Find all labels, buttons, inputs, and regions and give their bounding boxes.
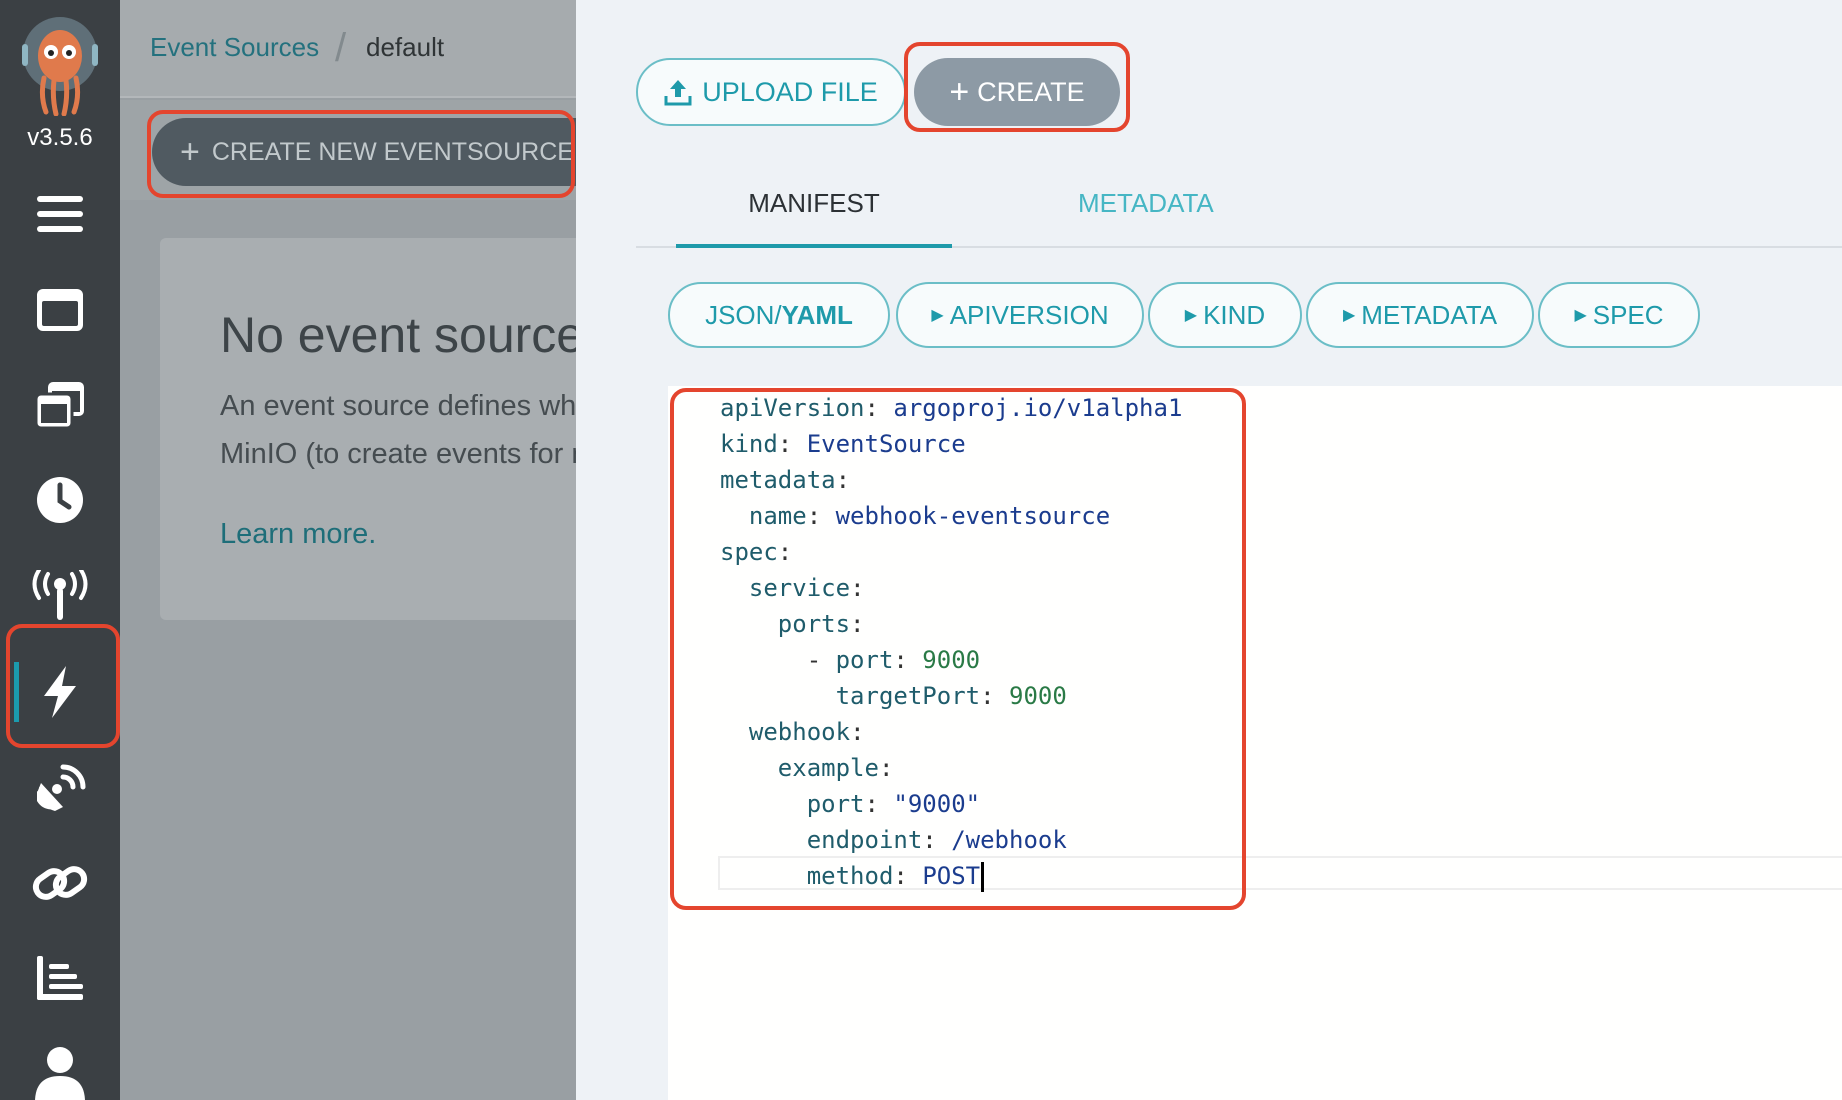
tab-metadata[interactable]: METADATA xyxy=(1078,188,1214,219)
reports-icon[interactable] xyxy=(0,938,120,1018)
empty-state-title: No event sources xyxy=(220,307,576,363)
caret-right-icon: ▶ xyxy=(1574,307,1587,324)
breadcrumb-event-sources[interactable]: Event Sources xyxy=(150,32,319,63)
caret-right-icon: ▶ xyxy=(931,307,944,324)
upload-icon xyxy=(664,80,692,106)
highlight-event-sources-nav xyxy=(6,624,120,748)
side-nav: v3.5.6 xyxy=(0,0,120,1100)
cron-workflows-icon[interactable] xyxy=(0,460,120,540)
empty-state-text-line1: An event source defines what events can … xyxy=(220,390,576,422)
yaml-label: YAML xyxy=(781,299,853,330)
breadcrumb: Event Sources / default xyxy=(120,0,576,98)
spec-chip-label: SPEC xyxy=(1592,299,1664,330)
menu-icon[interactable] xyxy=(0,174,120,254)
link-icon[interactable] xyxy=(0,843,120,923)
empty-state-card xyxy=(160,238,576,620)
upload-file-button[interactable]: UPLOAD FILE xyxy=(636,58,906,126)
sensors-icon[interactable] xyxy=(0,748,120,828)
cluster-templates-icon[interactable] xyxy=(0,365,120,445)
argo-logo-icon[interactable] xyxy=(22,16,98,117)
spec-chip[interactable]: ▶ SPEC xyxy=(1538,282,1700,348)
workflow-templates-icon[interactable] xyxy=(0,270,120,350)
metadata-chip[interactable]: ▶ METADATA xyxy=(1306,282,1534,348)
user-icon[interactable] xyxy=(0,1034,120,1100)
empty-state-text-line2: MinIO (to create events for new files in… xyxy=(220,438,576,470)
version-label: v3.5.6 xyxy=(27,124,93,151)
caret-right-icon: ▶ xyxy=(1184,307,1198,324)
caret-right-icon: ▶ xyxy=(1342,307,1356,324)
upload-file-label: UPLOAD FILE xyxy=(702,76,878,107)
kind-chip-label: KIND xyxy=(1203,299,1266,330)
json-label: JSON/ xyxy=(705,299,782,330)
metadata-chip-label: METADATA xyxy=(1361,299,1498,330)
apiversion-chip-label: APIVERSION xyxy=(949,299,1109,330)
breadcrumb-separator: / xyxy=(335,26,347,70)
kind-chip[interactable]: ▶ KIND xyxy=(1148,282,1302,348)
panel-tabs: MANIFEST METADATA xyxy=(636,166,1842,248)
json-yaml-toggle[interactable]: JSON/YAML xyxy=(668,282,890,348)
apiversion-chip[interactable]: ▶ APIVERSION xyxy=(896,282,1144,348)
highlight-yaml-manifest xyxy=(670,388,1246,910)
tab-manifest[interactable]: MANIFEST xyxy=(676,188,952,248)
breadcrumb-namespace: default xyxy=(366,32,445,62)
highlight-create-new-eventsource xyxy=(147,110,575,198)
highlight-create-button xyxy=(904,42,1130,132)
learn-more-link[interactable]: Learn more. xyxy=(220,518,376,551)
